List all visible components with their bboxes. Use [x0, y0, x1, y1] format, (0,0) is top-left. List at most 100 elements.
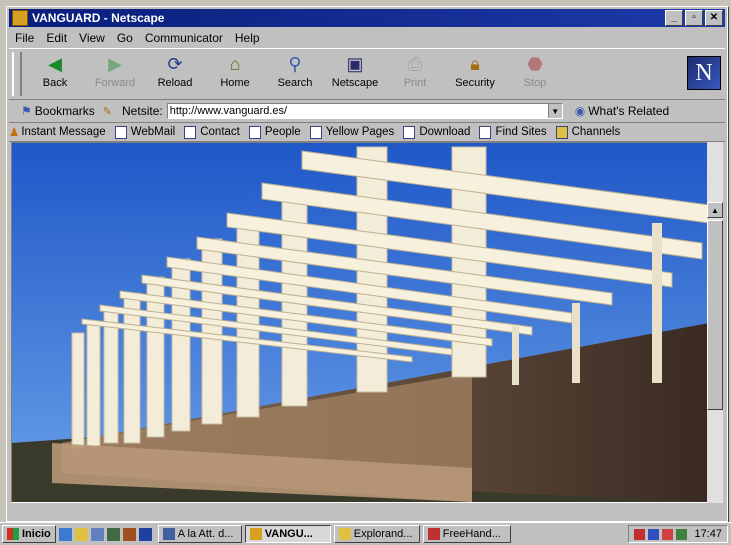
whats-related-button[interactable]: ◉ What's Related — [575, 104, 669, 118]
people-label: People — [264, 126, 301, 138]
search-button[interactable]: ⚲ Search — [265, 49, 325, 90]
channels-button[interactable]: Channels — [555, 125, 621, 139]
location-bar: ⚑ Bookmarks ✎ Netsite: http://www.vangua… — [9, 100, 725, 123]
outlook-icon[interactable] — [74, 527, 88, 541]
reload-button[interactable]: ⟳ Reload — [145, 49, 205, 90]
webmail-label: WebMail — [130, 126, 176, 138]
page-proxy-icon[interactable]: ✎ — [103, 105, 112, 118]
menu-go[interactable]: Go — [111, 31, 139, 45]
lock-icon: 🔒︎ — [470, 53, 480, 74]
back-label: Back — [42, 77, 68, 89]
taskbar-item-explorand[interactable]: Explorand... — [333, 525, 420, 543]
yellow-pages-button[interactable]: Yellow Pages — [309, 125, 394, 139]
app-icon[interactable] — [106, 527, 120, 541]
scroll-up-icon[interactable]: ▲ — [707, 202, 723, 218]
personal-toolbar: ♟ Instant Message WebMail Contact People… — [9, 123, 725, 142]
quick-launch — [58, 527, 152, 541]
netscape-logo[interactable]: N — [687, 56, 721, 90]
menu-file[interactable]: File — [9, 31, 40, 45]
minimize-button[interactable]: _ — [665, 10, 683, 26]
menu-communicator[interactable]: Communicator — [139, 31, 229, 45]
taskbar-item-label: FreeHand... — [442, 528, 501, 540]
page-icon — [479, 125, 492, 139]
find-sites-button[interactable]: Find Sites — [479, 125, 547, 139]
bookmark-icon: ⚑ — [21, 104, 32, 118]
print-button[interactable]: ⎙ Print — [385, 49, 445, 90]
security-button[interactable]: 🔒︎ Security — [445, 49, 505, 90]
reload-icon: ⟳ — [167, 53, 183, 74]
forward-button[interactable]: ▶ Forward — [85, 49, 145, 90]
start-label: Inicio — [22, 528, 51, 540]
taskbar-item-label: A la Att. d... — [177, 528, 234, 540]
download-button[interactable]: Download — [403, 125, 470, 139]
stop-icon: ⬣ — [527, 53, 543, 74]
forward-label: Forward — [94, 77, 136, 89]
tray-icon[interactable] — [648, 528, 660, 540]
document-icon — [162, 528, 175, 540]
bookmarks-button[interactable]: ⚑ Bookmarks — [21, 104, 95, 118]
maximize-button[interactable]: ▫ — [685, 10, 703, 26]
url-input[interactable]: http://www.vanguard.es/ ▼ — [166, 103, 563, 119]
home-label: Home — [220, 77, 250, 89]
menu-help[interactable]: Help — [229, 31, 266, 45]
channels-label: Channels — [571, 126, 621, 138]
url-dropdown-icon[interactable]: ▼ — [547, 104, 562, 118]
webmail-button[interactable]: WebMail — [114, 125, 176, 139]
related-icon: ◉ — [574, 104, 586, 118]
home-button[interactable]: ⌂ Home — [205, 49, 265, 90]
page-icon — [184, 125, 197, 139]
reload-label: Reload — [157, 77, 193, 89]
window-title: VANGUARD - Netscape — [32, 11, 165, 25]
find-sites-label: Find Sites — [495, 126, 547, 138]
taskbar-item-a-la-att[interactable]: A la Att. d... — [157, 525, 242, 543]
close-button[interactable]: ✕ — [705, 10, 723, 26]
app-icon[interactable] — [138, 527, 152, 541]
search-label: Search — [277, 77, 313, 89]
toolbar-grip[interactable] — [12, 52, 22, 96]
vertical-scrollbar[interactable]: ▲ — [707, 142, 723, 503]
system-tray: 17:47 — [628, 525, 728, 543]
contact-label: Contact — [200, 126, 240, 138]
page-icon — [248, 125, 261, 139]
instant-message-button[interactable]: ♟ Instant Message — [9, 125, 106, 139]
page-icon — [403, 125, 416, 139]
contact-button[interactable]: Contact — [184, 125, 240, 139]
tray-icon[interactable] — [662, 528, 674, 540]
title-bar[interactable]: VANGUARD - Netscape _ ▫ ✕ — [9, 9, 725, 27]
ie-icon[interactable] — [58, 527, 72, 541]
taskbar-item-label: VANGU... — [264, 528, 313, 540]
netsite-label: Netsite: — [122, 104, 163, 118]
netscape-icon: ▣ — [346, 53, 364, 74]
scroll-thumb[interactable] — [707, 220, 723, 410]
channels-icon — [555, 125, 568, 139]
stop-label: Stop — [523, 77, 547, 89]
back-arrow-icon: ◀ — [48, 53, 62, 74]
security-label: Security — [455, 77, 495, 89]
tray-icon[interactable] — [634, 528, 646, 540]
windows-taskbar: Inicio A la Att. d... VANGU... Explorand… — [0, 522, 731, 545]
netscape-button[interactable]: ▣ Netscape — [325, 49, 385, 90]
menu-edit[interactable]: Edit — [40, 31, 73, 45]
people-icon: ♟ — [9, 127, 20, 139]
clock[interactable]: 17:47 — [694, 528, 722, 540]
tray-icon[interactable] — [676, 528, 688, 540]
taskbar-item-freehand[interactable]: FreeHand... — [422, 525, 511, 543]
freehand-icon — [427, 528, 440, 540]
search-icon: ⚲ — [288, 53, 302, 74]
taskbar-item-vanguard[interactable]: VANGU... — [244, 525, 331, 543]
bookmarks-label: Bookmarks — [34, 104, 95, 118]
netscape-app-icon[interactable] — [12, 10, 28, 26]
taskbar-item-label: Explorand... — [353, 528, 413, 540]
page-icon — [309, 125, 322, 139]
stop-button[interactable]: ⬣ Stop — [505, 49, 565, 90]
back-button[interactable]: ◀ Back — [25, 49, 85, 90]
concrete-frames-photo — [12, 143, 709, 502]
start-button[interactable]: Inicio — [2, 525, 56, 543]
netscape-label: Netscape — [331, 77, 379, 89]
app-icon[interactable] — [90, 527, 104, 541]
people-button[interactable]: People — [248, 125, 301, 139]
menu-view[interactable]: View — [73, 31, 111, 45]
menu-bar: File Edit View Go Communicator Help — [9, 29, 725, 47]
app-icon[interactable] — [122, 527, 136, 541]
browser-window: VANGUARD - Netscape _ ▫ ✕ File Edit View… — [6, 6, 728, 522]
